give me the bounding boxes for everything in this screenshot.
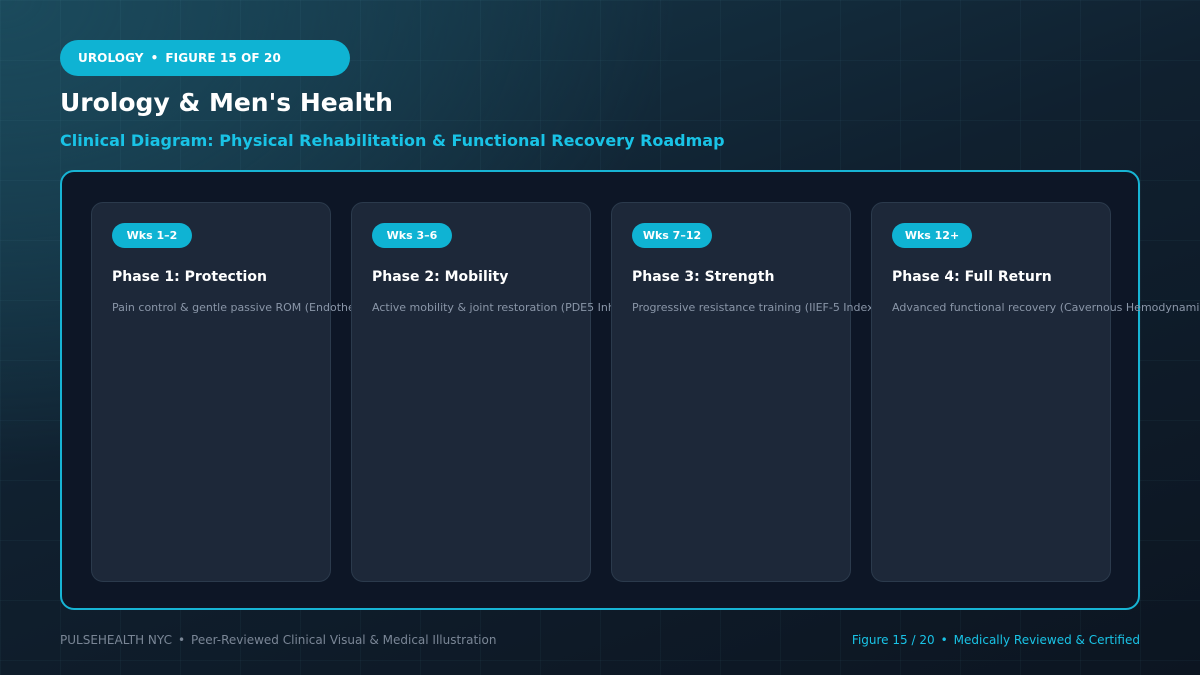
category-label: UROLOGY xyxy=(78,51,144,65)
phase-card-4: Wks 12+ Phase 4: Full Return Advanced fu… xyxy=(871,202,1200,582)
phase-4-description: Advanced functional recovery (Cavernous … xyxy=(892,301,1200,314)
phase-3-badge: Wks 7–12 xyxy=(632,223,712,248)
phase-4-badge: Wks 12+ xyxy=(892,223,972,248)
footer-tagline: Peer-Reviewed Clinical Visual & Medical … xyxy=(191,633,497,647)
phase-2-title: Phase 2: Mobility xyxy=(372,269,509,285)
footer-figure-info: Figure 15 / 20 • Medically Reviewed & Cert… xyxy=(852,633,1140,647)
roadmap-panel: Wks 1–2 Phase 1: Protection Pain control… xyxy=(60,170,1200,610)
footer-brand: PULSEHEALTH NYC xyxy=(60,633,172,647)
footer-left-separator: • xyxy=(177,633,186,647)
figure-label: FIGURE 15 OF 20 xyxy=(165,51,281,65)
category-pill: UROLOGY • FIGURE 15 OF 20 xyxy=(60,40,350,76)
pill-separator: • xyxy=(150,51,159,65)
page-subtitle: Clinical Diagram: Physical Rehabilitatio… xyxy=(60,131,725,150)
phase-1-title: Phase 1: Protection xyxy=(112,269,267,285)
phase-3-description: Progressive resistance training (IIEF-5 … xyxy=(632,301,878,314)
footer-figure-count: Figure 15 / 20 xyxy=(851,633,935,647)
phase-1-badge: Wks 1–2 xyxy=(112,223,192,248)
phase-card-3: Wks 7–12 Phase 3: Strength Progressive r… xyxy=(611,202,878,582)
footer-certification: Medically Reviewed & Certified xyxy=(953,633,1140,647)
phase-1-description: Pain control & gentle passive ROM (Endot… xyxy=(112,301,371,314)
footer-right-separator: • xyxy=(940,633,948,647)
page-title: Urology & Men's Health xyxy=(60,88,393,117)
phase-4-title: Phase 4: Full Return xyxy=(892,269,1052,285)
phase-card-2: Wks 3–6 Phase 2: Mobility Active mobilit… xyxy=(351,202,654,582)
phase-3-title: Phase 3: Strength xyxy=(632,269,775,285)
footer-credits: PULSEHEALTH NYC • Peer-Reviewed Clinical V… xyxy=(60,633,496,647)
phase-2-badge: Wks 3–6 xyxy=(372,223,452,248)
phase-card-1: Wks 1–2 Phase 1: Protection Pain control… xyxy=(91,202,371,582)
